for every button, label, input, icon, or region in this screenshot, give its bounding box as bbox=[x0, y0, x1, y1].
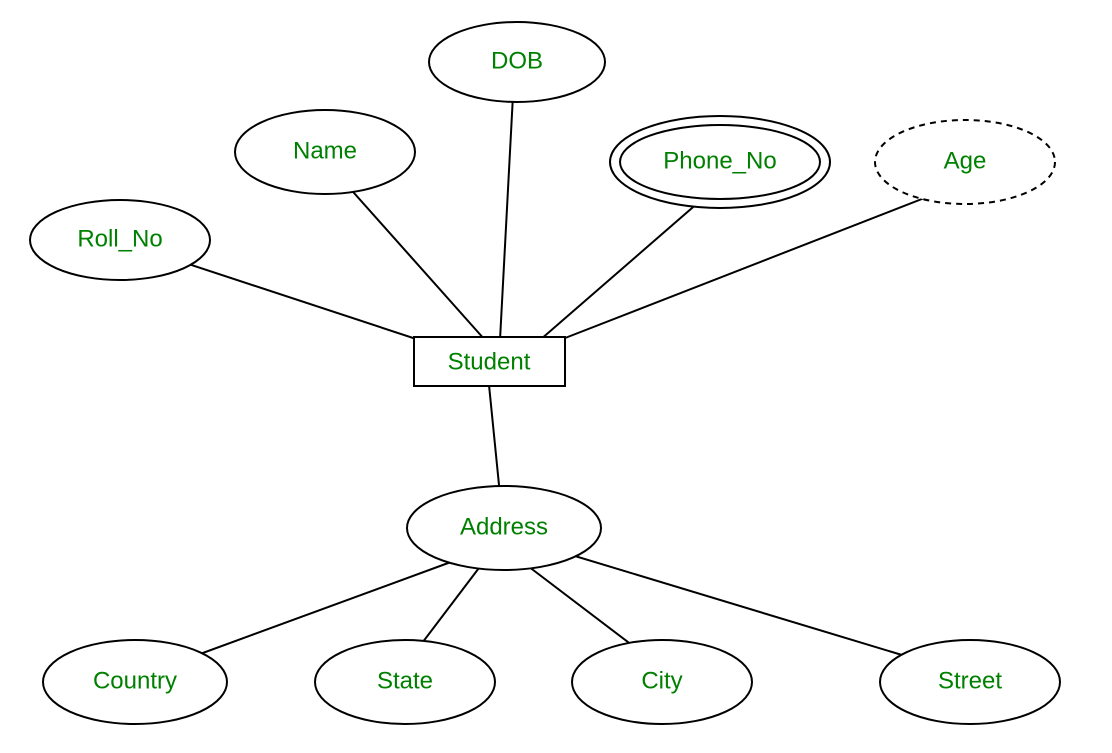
attribute-rollno: Roll_No bbox=[30, 200, 210, 280]
entity-student-label: Student bbox=[448, 348, 531, 375]
attribute-phoneno: Phone_No bbox=[610, 116, 830, 208]
attribute-country-label: Country bbox=[93, 667, 177, 694]
attribute-dob-label: DOB bbox=[491, 47, 543, 74]
line-student-dob bbox=[500, 95, 513, 340]
line-address-city bbox=[520, 560, 645, 655]
attribute-street: Street bbox=[880, 640, 1060, 724]
line-student-age bbox=[560, 190, 945, 340]
attribute-street-label: Street bbox=[938, 667, 1002, 694]
line-student-phone bbox=[540, 195, 707, 340]
entity-student: Student bbox=[414, 337, 565, 386]
attribute-dob: DOB bbox=[429, 22, 605, 102]
attribute-phoneno-label: Phone_No bbox=[663, 147, 776, 174]
line-student-address bbox=[489, 385, 500, 495]
attribute-city-label: City bbox=[641, 667, 682, 694]
attribute-age: Age bbox=[875, 120, 1055, 204]
attribute-rollno-label: Roll_No bbox=[77, 225, 162, 252]
attribute-city: City bbox=[572, 640, 752, 724]
attribute-age-label: Age bbox=[944, 147, 987, 174]
attribute-address-label: Address bbox=[460, 513, 548, 540]
attribute-state-label: State bbox=[377, 667, 433, 694]
attribute-state: State bbox=[315, 640, 495, 724]
attribute-address: Address bbox=[407, 486, 601, 570]
line-student-name bbox=[338, 175, 485, 340]
attribute-name-label: Name bbox=[293, 137, 357, 164]
er-diagram: Student Roll_No Name DOB Phone_No Age Ad… bbox=[0, 0, 1112, 753]
attribute-country: Country bbox=[43, 640, 227, 724]
attribute-name: Name bbox=[235, 110, 415, 194]
